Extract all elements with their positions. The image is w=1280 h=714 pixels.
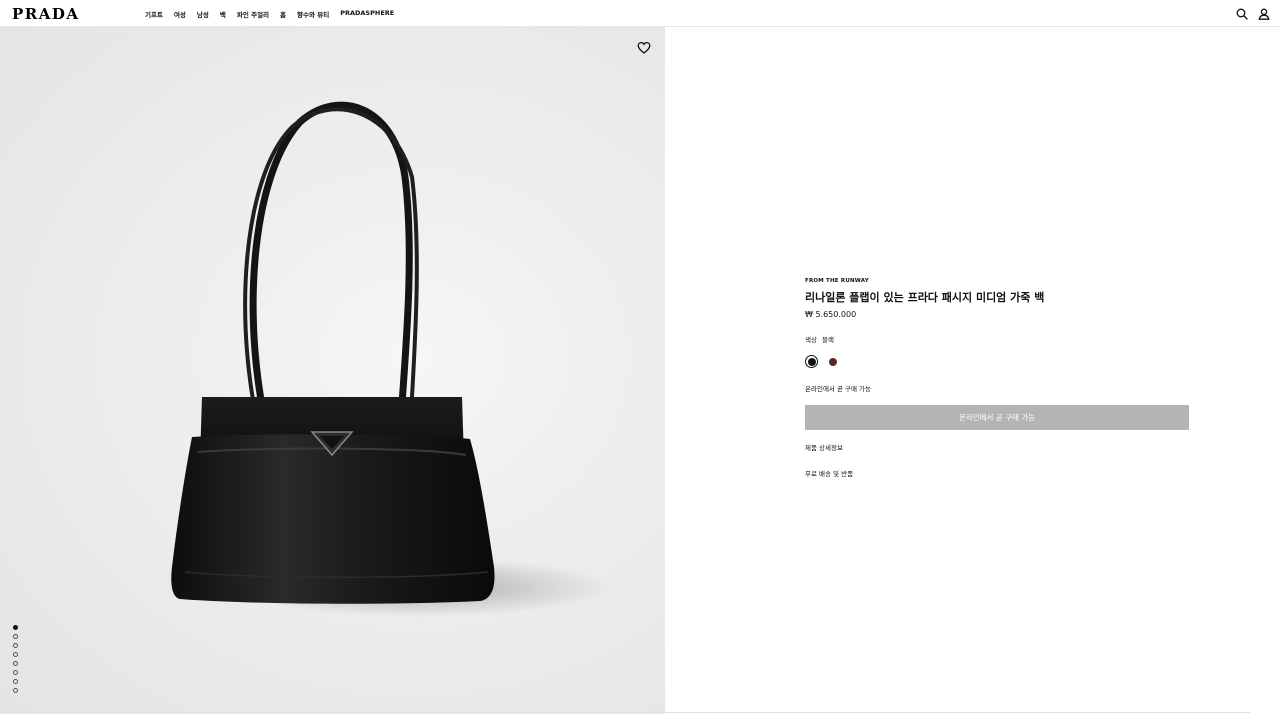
footer-divider bbox=[0, 712, 1250, 713]
main-nav: 기프트 여성 남성 백 파인 주얼리 홈 향수와 뷰티 PRADASPHERE bbox=[145, 9, 394, 19]
color-swatches bbox=[805, 355, 1189, 368]
product-gallery[interactable] bbox=[0, 27, 665, 714]
heart-icon[interactable] bbox=[637, 41, 651, 55]
nav-item-men[interactable]: 남성 bbox=[197, 9, 209, 19]
coming-soon-button[interactable]: 온라인에서 곧 구매 가능 bbox=[805, 405, 1189, 430]
product-price: ₩ 5.650.000 bbox=[805, 310, 857, 319]
gallery-dot[interactable] bbox=[13, 661, 18, 666]
product-title: 리나일론 플랩이 있는 프라다 패시지 미디엄 가죽 백 bbox=[805, 291, 1045, 304]
nav-item-fragrance-beauty[interactable]: 향수와 뷰티 bbox=[297, 9, 329, 19]
nav-item-fine-jewelry[interactable]: 파인 주얼리 bbox=[237, 9, 269, 19]
nav-item-pradasphere[interactable]: PRADASPHERE bbox=[340, 9, 394, 19]
header-icons bbox=[1236, 8, 1270, 20]
product-details-link[interactable]: 제품 상세정보 bbox=[805, 442, 1189, 452]
nav-item-women[interactable]: 여성 bbox=[174, 9, 186, 19]
collection-label: FROM THE RUNWAY bbox=[805, 278, 869, 284]
gallery-pagination bbox=[13, 625, 18, 693]
nav-item-bags[interactable]: 백 bbox=[220, 9, 226, 19]
prada-logo[interactable]: PRADA bbox=[12, 5, 80, 23]
gallery-dot[interactable] bbox=[13, 670, 18, 675]
product-image bbox=[171, 101, 610, 617]
gallery-dot[interactable] bbox=[13, 625, 18, 630]
availability-text: 온라인에서 곧 구매 가능 bbox=[805, 385, 871, 393]
color-info: 색상 블랙 bbox=[805, 334, 1189, 344]
site-header: PRADA 기프트 여성 남성 백 파인 주얼리 홈 향수와 뷰티 PRADAS… bbox=[0, 0, 1280, 27]
nav-item-gifts[interactable]: 기프트 bbox=[145, 9, 163, 19]
gallery-dot[interactable] bbox=[13, 634, 18, 639]
color-value: 블랙 bbox=[821, 336, 834, 344]
gallery-dot[interactable] bbox=[13, 652, 18, 657]
account-icon[interactable] bbox=[1258, 8, 1270, 20]
search-icon[interactable] bbox=[1236, 8, 1248, 20]
swatch-fill bbox=[807, 357, 816, 366]
product-details: FROM THE RUNWAY 리나일론 플랩이 있는 프라다 패시지 미디엄 … bbox=[805, 278, 1189, 478]
shipping-returns-link[interactable]: 무료 배송 및 반품 bbox=[805, 468, 1189, 478]
gallery-dot[interactable] bbox=[13, 688, 18, 693]
gallery-dot[interactable] bbox=[13, 643, 18, 648]
nav-item-home[interactable]: 홈 bbox=[280, 9, 286, 19]
color-label: 색상 bbox=[805, 336, 817, 344]
swatch-black[interactable] bbox=[805, 355, 818, 368]
swatch-fill bbox=[828, 357, 837, 366]
gallery-dot[interactable] bbox=[13, 679, 18, 684]
swatch-brown[interactable] bbox=[826, 355, 839, 368]
